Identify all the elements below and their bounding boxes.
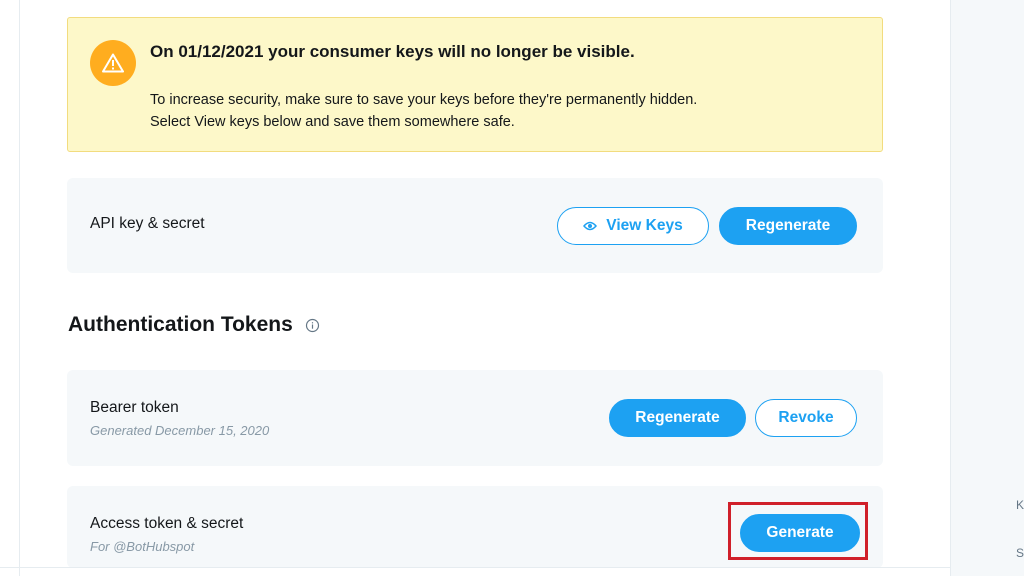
authentication-tokens-heading: Authentication Tokens <box>68 313 320 337</box>
right-panel-text-fragment-2: S <box>1016 546 1024 560</box>
view-keys-button[interactable]: View Keys <box>557 207 709 245</box>
api-key-title: API key & secret <box>90 215 205 232</box>
highlight-box <box>728 502 868 560</box>
eye-icon <box>583 221 598 231</box>
bearer-token-card: Bearer token Generated December 15, 2020… <box>67 370 883 466</box>
alert-title: On 01/12/2021 your consumer keys will no… <box>150 42 635 61</box>
consumer-keys-alert: On 01/12/2021 your consumer keys will no… <box>67 17 883 152</box>
right-side-panel <box>950 0 1024 576</box>
bearer-token-title: Bearer token <box>90 399 179 416</box>
bearer-token-subtitle: Generated December 15, 2020 <box>90 423 270 438</box>
alert-body-line-1: To increase security, make sure to save … <box>150 92 698 108</box>
regenerate-api-key-button[interactable]: Regenerate <box>719 207 857 245</box>
info-icon[interactable] <box>305 318 320 333</box>
access-token-subtitle: For @BotHubspot <box>90 539 195 554</box>
api-key-card: API key & secret View Keys Regenerate <box>67 178 883 273</box>
warning-icon <box>90 40 136 86</box>
right-panel-text-fragment-1: K <box>1016 498 1024 512</box>
left-divider <box>19 0 20 576</box>
access-token-title: Access token & secret <box>90 515 244 532</box>
alert-body-line-2: Select View keys below and save them som… <box>150 114 515 130</box>
view-keys-label: View Keys <box>606 217 683 234</box>
alert-body: To increase security, make sure to save … <box>150 89 870 133</box>
section-title: Authentication Tokens <box>68 313 293 336</box>
bottom-divider <box>0 567 1024 568</box>
regenerate-bearer-button[interactable]: Regenerate <box>609 399 746 437</box>
revoke-button[interactable]: Revoke <box>755 399 857 437</box>
